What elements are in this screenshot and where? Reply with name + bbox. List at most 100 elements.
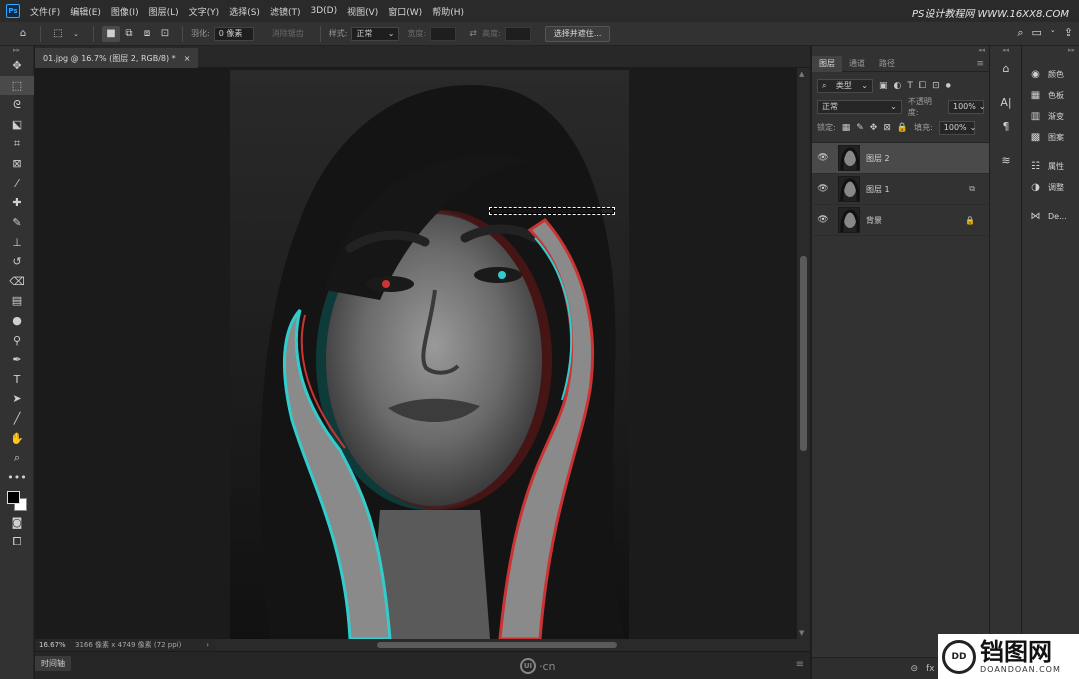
filter-toggle-icon[interactable]: ● [946, 82, 951, 89]
layer-name[interactable]: 背景 [866, 215, 965, 226]
scroll-down-icon[interactable]: ▼ [799, 629, 804, 637]
filter-smart-object-icon[interactable]: ⊡ [932, 81, 940, 91]
dock-item-device-preview[interactable]: ⋈ De... [1022, 206, 1079, 227]
paragraph-icon[interactable]: ¶ [990, 114, 1022, 138]
intersect-selection-icon[interactable]: ⊡ [156, 26, 174, 42]
filter-type-icon[interactable]: T [907, 81, 913, 91]
visibility-eye-icon[interactable]: 👁 [816, 153, 830, 163]
visibility-eye-icon[interactable]: 👁 [816, 215, 830, 225]
object-selection-tool-icon[interactable]: ⬕ [0, 115, 34, 135]
timeline-tab[interactable]: 时间轴 [35, 656, 71, 671]
opacity-input[interactable]: 100% ⌄ [948, 99, 986, 114]
lasso-tool-icon[interactable]: ᘓ [0, 95, 34, 115]
pen-tool-icon[interactable]: ✒ [0, 350, 34, 370]
screen-mode-icon[interactable]: ⧠ [0, 533, 34, 553]
gradient-tool-icon[interactable]: ▤ [0, 291, 34, 311]
eyedropper-tool-icon[interactable]: ⁄ [0, 174, 34, 194]
panel-grip[interactable]: ▸▸ [0, 46, 33, 56]
clone-stamp-tool-icon[interactable]: ⊥ [0, 232, 34, 252]
home-icon[interactable]: ⌂ [14, 26, 32, 42]
filter-adjustment-icon[interactable]: ◐ [894, 81, 902, 91]
dock-item-adjustments[interactable]: ◑ 调整 [1022, 177, 1079, 198]
move-tool-icon[interactable]: ✥ [0, 56, 34, 76]
horizontal-scrollbar[interactable] [215, 639, 810, 651]
status-menu-arrow[interactable]: › [206, 641, 215, 649]
marquee-preset-icon[interactable]: ⬚ [49, 26, 67, 42]
history-icon[interactable]: ⌂ [990, 56, 1022, 80]
workspace-icon[interactable]: ▭ [1032, 26, 1042, 40]
menu-layer[interactable]: 图层(L) [149, 5, 179, 18]
menu-view[interactable]: 视图(V) [347, 5, 378, 18]
chevron-down-icon[interactable]: ⌄ [67, 26, 85, 42]
blur-tool-icon[interactable]: ● [0, 311, 34, 331]
healing-brush-tool-icon[interactable]: ✚ [0, 193, 34, 213]
dodge-tool-icon[interactable]: ⚲ [0, 330, 34, 350]
dock-item-properties[interactable]: ☷ 属性 [1022, 156, 1079, 177]
new-selection-icon[interactable]: ■ [102, 25, 120, 42]
layer-name[interactable]: 图层 2 [866, 153, 975, 164]
search-icon[interactable]: ⌕ [1017, 26, 1023, 40]
style-select[interactable]: 正常 ⌄ [351, 26, 400, 41]
eraser-tool-icon[interactable]: ⌫ [0, 272, 34, 292]
width-input[interactable] [430, 26, 457, 41]
tab-paths[interactable]: 路径 [872, 56, 902, 72]
subtract-selection-icon[interactable]: ⧈ [138, 26, 156, 42]
menu-3d[interactable]: 3D(D) [310, 6, 337, 16]
tab-channels[interactable]: 通道 [842, 56, 872, 72]
more-tools-icon[interactable]: ••• [0, 467, 34, 487]
canvas-area[interactable] [35, 68, 797, 639]
lock-artboard-icon[interactable]: ⊠ [883, 123, 891, 133]
filter-pixel-icon[interactable]: ▣ [879, 81, 888, 91]
link-layers-icon[interactable]: ⊝ [910, 664, 918, 674]
dock-item-swatches[interactable]: ▦ 色板 [1022, 85, 1079, 106]
menu-type[interactable]: 文字(Y) [189, 5, 220, 18]
menu-help[interactable]: 帮助(H) [432, 5, 464, 18]
dock-item-pattern[interactable]: ▩ 图案 [1022, 127, 1079, 148]
rectangular-marquee-tool-icon[interactable]: ⬚ [0, 75, 34, 96]
tab-layers[interactable]: 图层 [812, 55, 842, 72]
menu-select[interactable]: 选择(S) [229, 5, 260, 18]
lock-pixels-icon[interactable]: ✎ [856, 123, 864, 133]
scrollbar-thumb[interactable] [377, 642, 617, 648]
layer-row[interactable]: 👁 背景 🔒 [812, 205, 989, 236]
crop-tool-icon[interactable]: ⌗ [0, 134, 34, 154]
history-brush-tool-icon[interactable]: ↺ [0, 252, 34, 272]
scroll-up-icon[interactable]: ▲ [799, 70, 804, 78]
panel-menu-icon[interactable]: ≡ [976, 59, 984, 69]
antialias-option[interactable]: 消除锯齿 [272, 28, 304, 39]
menu-file[interactable]: 文件(F) [30, 5, 60, 18]
zoom-tool-icon[interactable]: ⌕ [0, 448, 34, 468]
zoom-level[interactable]: 16.67% [35, 641, 75, 649]
document-image[interactable] [230, 70, 629, 639]
lock-transparent-icon[interactable]: ▦ [842, 123, 851, 133]
vertical-scrollbar[interactable]: ▲ ▼ [797, 68, 810, 639]
character-icon[interactable]: A| [990, 90, 1022, 114]
layer-row[interactable]: 👁 图层 1 ⧉ [812, 174, 989, 205]
menu-filter[interactable]: 滤镜(T) [270, 5, 301, 18]
dock-item-gradient[interactable]: ▥ 渐变 [1022, 106, 1079, 127]
select-and-mask-button[interactable]: 选择并遮住... [544, 25, 611, 42]
feather-input[interactable]: 0 像素 [213, 26, 254, 41]
panel-grip[interactable]: ◂◂ [812, 46, 989, 56]
hand-tool-icon[interactable]: ✋ [0, 428, 34, 448]
scrollbar-thumb[interactable] [800, 256, 807, 451]
close-icon[interactable]: × [184, 54, 191, 63]
menu-window[interactable]: 窗口(W) [388, 5, 422, 18]
lock-position-icon[interactable]: ✥ [870, 123, 878, 133]
path-selection-tool-icon[interactable]: ➤ [0, 389, 34, 409]
swap-dimensions-icon[interactable]: ⇄ [464, 26, 482, 42]
lock-all-icon[interactable]: 🔒 [897, 123, 908, 133]
menu-edit[interactable]: 编辑(E) [70, 5, 101, 18]
fx-icon[interactable]: fx [926, 664, 935, 674]
visibility-eye-icon[interactable]: 👁 [816, 184, 830, 194]
color-swatch[interactable] [0, 487, 34, 513]
fill-input[interactable]: 100% ⌄ [938, 120, 976, 135]
panel-grip[interactable]: ◂◂ [990, 46, 1021, 56]
brushes-icon[interactable]: ≋ [990, 148, 1022, 172]
layer-name[interactable]: 图层 1 [866, 184, 969, 195]
selection-marquee[interactable] [489, 207, 615, 215]
panel-menu-icon[interactable]: ≡ [796, 659, 804, 670]
filter-shape-icon[interactable]: ⧠ [919, 81, 926, 91]
chevron-down-icon[interactable]: ⌄ [1050, 26, 1056, 40]
panel-grip[interactable]: ▸▸ [1022, 46, 1079, 56]
